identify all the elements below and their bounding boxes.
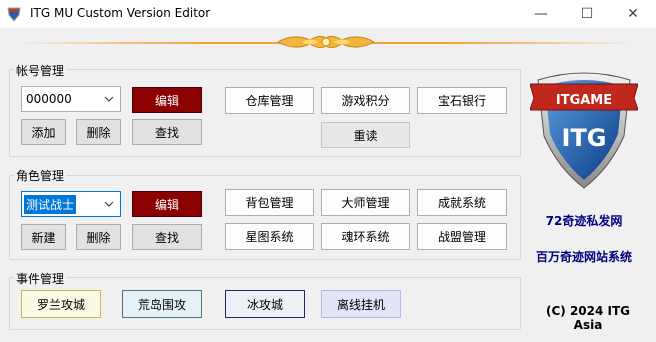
bag-manage-button[interactable]: 背包管理 (225, 189, 314, 216)
title-bar: ITG MU Custom Version Editor — ☐ ✕ (0, 0, 656, 28)
itg-logo-icon: ITGAME ITG (530, 72, 638, 189)
site-link-2: 百万奇迹网站系统 (535, 250, 632, 264)
account-delete-button[interactable]: 删除 (76, 119, 121, 145)
events-group-title: 事件管理 (14, 270, 67, 287)
soul-ring-button[interactable]: 魂环系统 (321, 223, 410, 250)
gem-bank-button[interactable]: 宝石银行 (417, 87, 507, 114)
account-edit-button[interactable]: 编辑 (132, 87, 202, 113)
gold-ornament-icon (276, 35, 376, 49)
character-group-title: 角色管理 (14, 167, 67, 184)
reload-button[interactable]: 重读 (321, 122, 410, 148)
character-new-button[interactable]: 新建 (21, 224, 66, 250)
chevron-down-icon (104, 96, 114, 102)
character-select[interactable]: 测试战士 (21, 191, 121, 217)
account-select-value: 000000 (26, 92, 72, 106)
account-group-title: 帐号管理 (14, 62, 67, 79)
maximize-button[interactable]: ☐ (564, 0, 610, 28)
minimize-button[interactable]: — (518, 0, 564, 28)
logo-main-text: ITG (562, 124, 607, 152)
alliance-manage-button[interactable]: 战盟管理 (417, 223, 507, 250)
close-button[interactable]: ✕ (610, 0, 656, 28)
warehouse-button[interactable]: 仓库管理 (225, 87, 314, 114)
window-title: ITG MU Custom Version Editor (30, 6, 211, 20)
account-find-button[interactable]: 查找 (132, 119, 202, 145)
character-edit-button[interactable]: 编辑 (132, 191, 202, 217)
master-manage-button[interactable]: 大师管理 (321, 189, 410, 216)
logo-banner-text: ITGAME (556, 93, 612, 108)
event-offline-afk-button[interactable]: 离线挂机 (321, 290, 401, 318)
site-link-1: 72奇迹私发网 (545, 214, 623, 228)
achievement-button[interactable]: 成就系统 (417, 189, 507, 216)
character-select-value: 测试战士 (24, 195, 77, 214)
character-find-button[interactable]: 查找 (132, 224, 202, 250)
character-delete-button[interactable]: 删除 (76, 224, 121, 250)
event-ice-siege-button[interactable]: 冰攻城 (225, 290, 305, 318)
app-shield-icon (7, 7, 21, 22)
copyright-text: (C) 2024 ITG Asia (545, 304, 631, 332)
event-siege-button[interactable]: 罗兰攻城 (21, 290, 101, 318)
event-island-button[interactable]: 荒岛围攻 (122, 290, 202, 318)
account-select[interactable]: 000000 (21, 86, 121, 112)
constellation-button[interactable]: 星图系统 (225, 223, 314, 250)
account-add-button[interactable]: 添加 (21, 119, 66, 145)
chevron-down-icon (104, 201, 114, 207)
game-points-button[interactable]: 游戏积分 (321, 87, 410, 114)
